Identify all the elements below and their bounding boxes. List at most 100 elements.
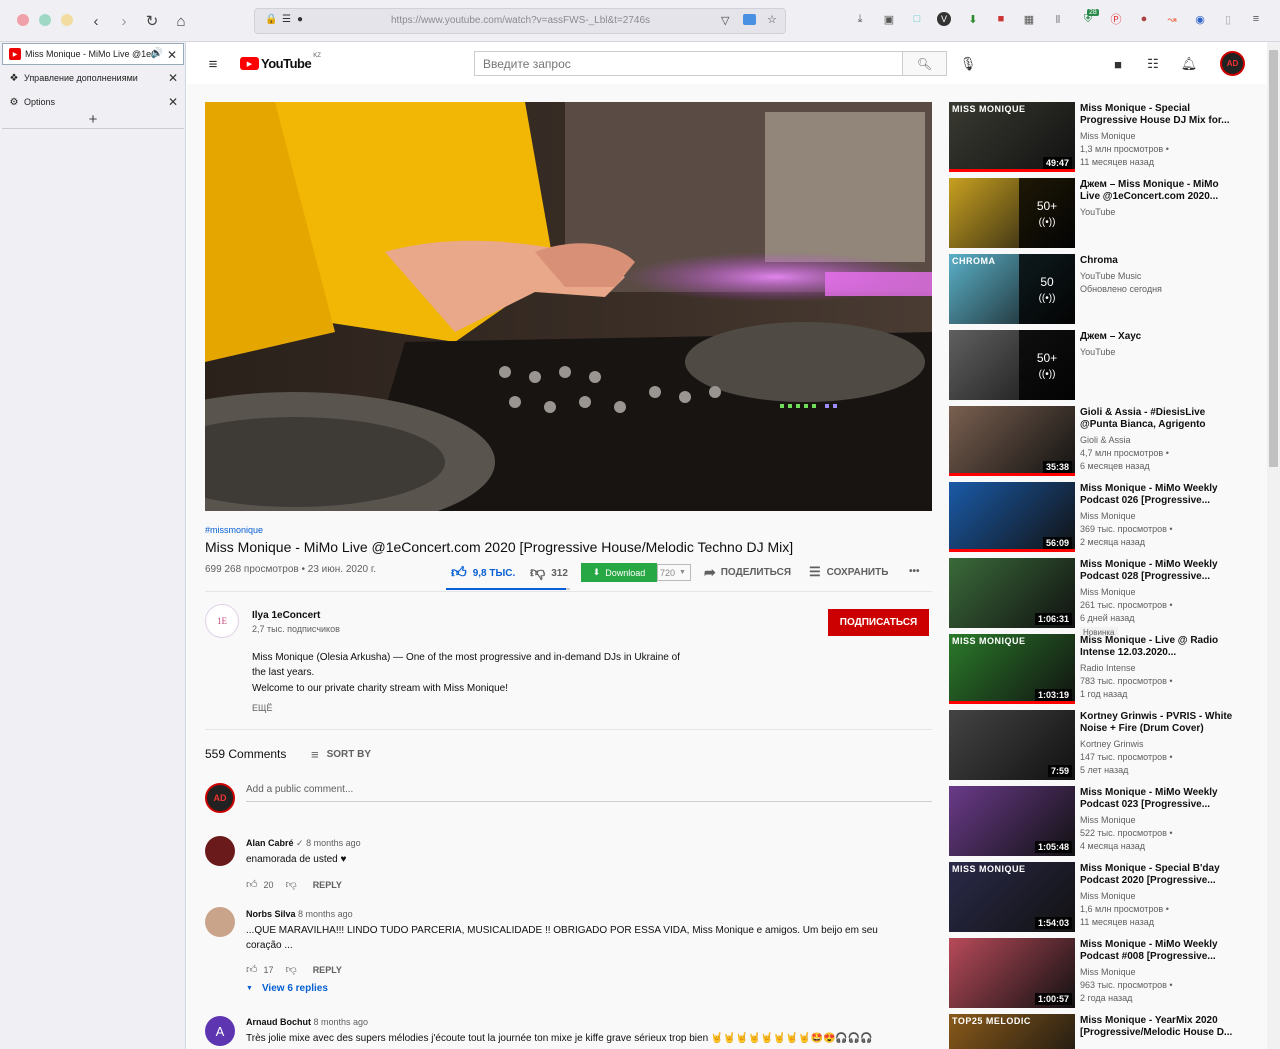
maximize-window-button[interactable] [61,14,73,26]
comment-avatar[interactable]: A [205,1016,235,1046]
video-thumbnail[interactable]: CHROMA 50 ((•)) [949,254,1075,324]
extension-apple-icon[interactable]: ● [1137,12,1151,26]
close-tab-icon[interactable]: ✕ [168,95,178,109]
reply-button[interactable]: REPLY [313,965,342,975]
speaker-icon[interactable]: 🔊 [151,48,163,59]
search-input[interactable] [474,51,903,76]
thumbs-down-icon[interactable]: 👎︎ [286,878,297,891]
channel-name[interactable]: Ilya 1eConcert [252,610,320,621]
user-avatar[interactable]: AD [1220,51,1245,76]
scrollbar[interactable] [1267,42,1280,1049]
recommended-video[interactable]: 50+ ((•)) Джем – Miss Monique - MiMo Live … [949,178,1249,248]
comment-author[interactable]: Norbs Silva 8 months ago [246,909,353,919]
home-icon[interactable]: ⌂ [170,10,192,32]
recommended-video[interactable]: 1:00:57 Miss Monique - MiMo Weekly Podcas… [949,938,1249,1008]
comment-author[interactable]: Arnaud Bochut 8 months ago [246,1017,368,1027]
recommended-video[interactable]: CHROMA 50 ((•)) Chroma YouTube Music Обновлен… [949,254,1249,324]
hamburger-menu-icon[interactable]: ≡ [1249,12,1263,26]
recommended-channel[interactable]: YouTube [1080,347,1115,357]
video-thumbnail[interactable]: 1:05:48 [949,786,1075,856]
youtube-logo[interactable]: ▶ YouTube KZ [240,53,321,71]
screenshot-icon[interactable]: □ [910,12,924,26]
recommended-title[interactable]: Джем – Хаус [1080,331,1240,343]
channel-avatar[interactable]: 1E [205,604,239,638]
video-thumbnail[interactable]: 56:09 [949,482,1075,552]
recommended-title[interactable]: Miss Monique - MiMo Weekly Podcast 026 [… [1080,483,1240,507]
video-thumbnail[interactable]: MISS MONIQUE 1:54:03 [949,862,1075,932]
sort-by-button[interactable]: ≡ SORT BY [311,747,371,762]
save-page-icon[interactable]: ▣ [882,12,896,26]
menu-icon[interactable]: ≡ [204,55,222,73]
extension-flag-icon[interactable]: ■ [994,12,1008,26]
recommended-title[interactable]: Chroma [1080,255,1240,267]
recommended-channel[interactable]: YouTube Music [1080,271,1141,281]
view-replies-button[interactable]: ▼ View 6 replies [246,983,328,994]
apps-grid-icon[interactable]: ☷ [1144,55,1162,73]
reply-button[interactable]: REPLY [313,880,342,890]
dislike-button[interactable]: 👎︎ 312 [530,564,568,582]
recommended-title[interactable]: Kortney Grinwis - PVRIS - White Noise + … [1080,711,1240,735]
recommended-channel[interactable]: Radio Intense [1080,663,1136,673]
video-thumbnail[interactable]: 35:38 [949,406,1075,476]
thumbs-up-icon[interactable]: 👍︎ [246,963,258,976]
video-thumbnail[interactable]: 1:00:57 [949,938,1075,1008]
recommended-channel[interactable]: Miss Monique [1080,511,1136,521]
recommended-title[interactable]: Miss Monique - Live @ Radio Intense 12.0… [1080,635,1240,659]
video-thumbnail[interactable]: 50+ ((•)) [949,330,1075,400]
microphone-icon[interactable]: 🎙︎ [959,55,977,73]
recommended-title[interactable]: Gioli & Assia - #DiesisLive @Punta Bianc… [1080,407,1240,431]
comment-author[interactable]: Alan Cabré ✓ 8 months ago [246,838,361,849]
recommended-channel[interactable]: YouTube [1080,207,1115,217]
new-tab-button[interactable]: + [2,112,184,129]
close-tab-icon[interactable]: ✕ [168,71,178,85]
extension-swirl-icon[interactable]: ↝ [1165,12,1179,26]
search-button[interactable]: 🔍︎ [903,51,947,76]
recommended-title[interactable]: Miss Monique - MiMo Weekly Podcast #008 … [1080,939,1240,963]
add-comment-input[interactable]: Add a public comment... [246,784,932,802]
show-more-button[interactable]: ЕЩЁ [252,703,272,713]
recommended-video[interactable]: 50+ ((•)) Джем – Хаус YouTube [949,330,1249,400]
reader-view-icon[interactable] [743,14,756,25]
video-thumbnail[interactable]: MISS MONIQUE 49:47 [949,102,1075,172]
comment-avatar[interactable] [205,907,235,937]
recommended-video[interactable]: 1:05:48 Miss Monique - MiMo Weekly Podcas… [949,786,1249,856]
video-hashtag[interactable]: #missmonique [205,525,263,535]
minimize-window-button[interactable] [39,14,51,26]
recommended-title[interactable]: Miss Monique - Special B'day Podcast 202… [1080,863,1240,887]
recommended-video[interactable]: TOP25 MELODIC Miss Monique - YearMix 2020… [949,1014,1249,1049]
recommended-video[interactable]: MISS MONIQUE 49:47 Miss Monique - Special … [949,102,1249,172]
recommended-channel[interactable]: Miss Monique [1080,891,1136,901]
extension-download-icon[interactable]: ⬇ [966,12,980,26]
recommended-channel[interactable]: Miss Monique [1080,967,1136,977]
close-tab-icon[interactable]: ✕ [167,48,177,62]
extension-page-icon[interactable]: ▯ [1221,12,1235,26]
notifications-bell-icon[interactable]: 🔔︎ [1180,55,1198,73]
recommended-video[interactable]: MISS MONIQUE 1:03:19 Miss Monique - Live @… [949,634,1249,704]
create-video-icon[interactable]: ■ [1109,55,1127,73]
subscribe-button[interactable]: ПОДПИСАТЬСЯ [828,609,929,636]
extension-v-icon[interactable]: V [937,12,951,26]
video-player[interactable] [205,102,932,511]
thumbs-up-icon[interactable]: 👍︎ [246,878,258,891]
thumbs-down-icon[interactable]: 👎︎ [286,963,297,976]
recommended-channel[interactable]: Miss Monique [1080,815,1136,825]
extension-bars-icon[interactable]: Ⅱ [1051,12,1065,26]
tab-options[interactable]: ⚙ Options ✕ [2,91,184,113]
pocket-icon[interactable]: ▽ [721,14,729,27]
permissions-icon[interactable]: ☰ [282,14,291,25]
recommended-title[interactable]: Miss Monique - MiMo Weekly Podcast 023 [… [1080,787,1240,811]
back-button[interactable]: ‹ [85,10,107,32]
recommended-channel[interactable]: Kortney Grinwis [1080,739,1144,749]
forward-button[interactable]: › [113,10,135,32]
video-thumbnail[interactable]: TOP25 MELODIC [949,1014,1075,1049]
recommended-video[interactable]: 7:59 Kortney Grinwis - PVRIS - White Nois… [949,710,1249,780]
url-text[interactable]: https://www.youtube.com/watch?v=assFWS-_… [391,15,650,26]
video-thumbnail[interactable]: 1:06:31 [949,558,1075,628]
recommended-title[interactable]: Miss Monique - YearMix 2020 [Progressive… [1080,1015,1240,1039]
scrollbar-thumb[interactable] [1269,50,1278,467]
pinterest-icon[interactable]: Ⓟ [1109,12,1123,26]
recommended-video[interactable]: 1:06:31 Miss Monique - MiMo Weekly Podcas… [949,558,1249,638]
recommended-title[interactable]: Джем – Miss Monique - MiMo Live @1eConce… [1080,179,1240,203]
url-bar[interactable]: 🔒 ☰ ● https://www.youtube.com/watch?v=as… [254,8,786,34]
comment-avatar[interactable] [205,836,235,866]
